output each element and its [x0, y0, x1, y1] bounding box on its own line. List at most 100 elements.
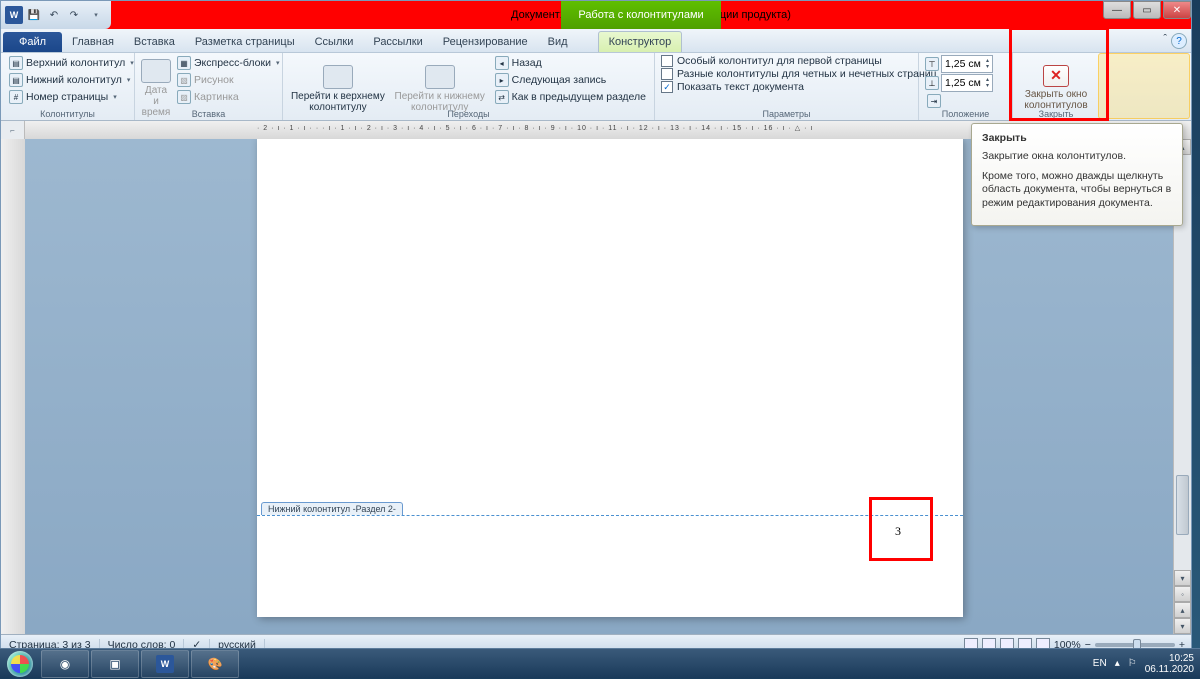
task-paint[interactable]: 🎨: [191, 650, 239, 678]
checkbox-checked-icon: ✓: [661, 81, 673, 93]
calendar-icon: [141, 59, 171, 83]
footer-region[interactable]: Нижний колонтитул -Раздел 2- 3: [257, 515, 963, 516]
zoom-slider[interactable]: [1095, 643, 1175, 647]
task-word[interactable]: W: [141, 650, 189, 678]
tab-icon: ⇥: [927, 94, 941, 108]
tooltip-line2: Кроме того, можно дважды щелкнуть област…: [982, 170, 1172, 211]
word-app-icon: W: [5, 6, 23, 24]
group-label-close: Закрыть: [1013, 109, 1099, 119]
quick-access-toolbar: W 💾 ↶ ↷ ▾: [1, 1, 111, 29]
vertical-ruler[interactable]: [1, 139, 25, 634]
different-odd-even-checkbox[interactable]: Разные колонтитулы для четных и нечетных…: [661, 68, 937, 80]
scroll-thumb[interactable]: [1176, 475, 1189, 535]
close-icon: ✕: [1043, 65, 1069, 87]
save-icon[interactable]: 💾: [25, 6, 43, 24]
scroll-down-icon[interactable]: ▾: [1174, 570, 1191, 586]
checkbox-icon: [661, 55, 673, 67]
hover-highlight: [1098, 53, 1190, 119]
header-dropdown[interactable]: ▤Верхний колонтитул▾: [7, 55, 136, 71]
different-first-page-checkbox[interactable]: Особый колонтитул для первой страницы: [661, 55, 937, 67]
tab-mailings[interactable]: Рассылки: [363, 32, 432, 52]
tab-home[interactable]: Главная: [62, 32, 124, 52]
link-to-previous-button[interactable]: ⇄Как в предыдущем разделе: [493, 89, 648, 105]
contextual-tab-title: Работа с колонтитулами: [561, 1, 721, 29]
quickparts-icon: ▦: [177, 56, 191, 70]
redo-icon[interactable]: ↷: [65, 6, 83, 24]
windows-orb-icon: [7, 651, 33, 677]
next-icon: ▸: [495, 73, 509, 87]
footer-from-bottom-spinner[interactable]: ⊥1,25 см▴▾: [925, 74, 993, 92]
minimize-button[interactable]: —: [1103, 1, 1131, 19]
group-label-insert: Вставка: [135, 109, 282, 119]
group-insert: Дата и время ▦Экспресс-блоки▾ ▧Рисунок ▨…: [135, 53, 283, 120]
task-chrome[interactable]: ◉: [41, 650, 89, 678]
word-task-icon: W: [156, 655, 174, 673]
footer-icon: ▤: [9, 73, 23, 87]
tray-clock[interactable]: 10:25 06.11.2020: [1145, 653, 1194, 675]
tooltip-title: Закрыть: [982, 132, 1172, 144]
tab-references[interactable]: Ссылки: [305, 32, 364, 52]
group-position: ⊤1,25 см▴▾ ⊥1,25 см▴▾ ⇥ Положение: [919, 53, 1013, 120]
tray-chevron-icon[interactable]: ▴: [1115, 658, 1120, 669]
header-icon: ▤: [9, 56, 23, 70]
prev-page-icon[interactable]: ▴: [1174, 602, 1191, 618]
ruler-icon: ⊤: [925, 57, 939, 71]
next-section-button[interactable]: ▸Следующая запись: [493, 72, 648, 88]
page-number-dropdown[interactable]: #Номер страницы▾: [7, 89, 136, 105]
page-number-icon: #: [9, 90, 23, 104]
annotation-red-box-page: [869, 497, 933, 561]
quickparts-dropdown[interactable]: ▦Экспресс-блоки▾: [175, 55, 281, 71]
footer-dropdown[interactable]: ▤Нижний колонтитул▾: [7, 72, 136, 88]
taskbar: ◉ ▣ W 🎨 EN ▴ ⚐ 10:25 06.11.2020: [0, 648, 1200, 678]
qat-dropdown-icon[interactable]: ▾: [87, 6, 105, 24]
minimize-ribbon-icon[interactable]: ˆ: [1163, 33, 1167, 49]
header-from-top-spinner[interactable]: ⊤1,25 см▴▾: [925, 55, 993, 73]
undo-icon[interactable]: ↶: [45, 6, 63, 24]
clipart-icon: ▨: [177, 90, 191, 104]
group-label-hf: Колонтитулы: [1, 109, 134, 119]
show-document-text-checkbox[interactable]: ✓Показать текст документа: [661, 81, 937, 93]
back-icon: ◂: [495, 56, 509, 70]
window-controls: — ▭ ✕: [1101, 1, 1191, 21]
help-icon[interactable]: ?: [1171, 33, 1187, 49]
tab-insert[interactable]: Вставка: [124, 32, 185, 52]
start-button[interactable]: [0, 649, 40, 679]
next-page-icon[interactable]: ▾: [1174, 618, 1191, 634]
group-close: ✕ Закрыть окно колонтитулов Закрыть: [1013, 53, 1099, 120]
group-label-nav: Переходы: [283, 109, 654, 119]
previous-section-button[interactable]: ◂Назад: [493, 55, 648, 71]
ruler-icon: ⊥: [925, 76, 939, 90]
tray-lang[interactable]: EN: [1093, 658, 1107, 669]
picture-button[interactable]: ▧Рисунок: [175, 72, 281, 88]
tooltip-line1: Закрытие окна колонтитулов.: [982, 150, 1172, 164]
group-options: Особый колонтитул для первой страницы Ра…: [655, 53, 919, 120]
tab-page-layout[interactable]: Разметка страницы: [185, 32, 305, 52]
ruler-corner[interactable]: ⌐: [1, 121, 25, 139]
ribbon-tabs: Файл Главная Вставка Разметка страницы С…: [1, 29, 1191, 53]
browse-object-icon[interactable]: ◦: [1174, 586, 1191, 602]
maximize-button[interactable]: ▭: [1133, 1, 1161, 19]
group-label-options: Параметры: [655, 109, 918, 119]
ruler-ticks: · 2 · ı · 1 · ı · · · ı · 1 · ı · 2 · ı …: [257, 124, 813, 132]
close-window-button[interactable]: ✕: [1163, 1, 1191, 19]
link-icon: ⇄: [495, 90, 509, 104]
system-tray: EN ▴ ⚐ 10:25 06.11.2020: [1093, 653, 1200, 675]
tab-design[interactable]: Конструктор: [598, 31, 683, 52]
group-navigation: Перейти к верхнему колонтитулу Перейти к…: [283, 53, 655, 120]
document-page[interactable]: Нижний колонтитул -Раздел 2- 3: [257, 139, 963, 617]
group-label-position: Положение: [919, 109, 1012, 119]
app-window: W 💾 ↶ ↷ ▾ Документ1 - Microsoft Word (Сб…: [0, 0, 1192, 655]
titlebar: W 💾 ↶ ↷ ▾ Документ1 - Microsoft Word (Сб…: [1, 1, 1191, 29]
tray-flag-icon[interactable]: ⚐: [1128, 658, 1137, 669]
goto-footer-icon: [425, 65, 455, 89]
ribbon: ▤Верхний колонтитул▾ ▤Нижний колонтитул▾…: [1, 53, 1191, 121]
clipart-button[interactable]: ▨Картинка: [175, 89, 281, 105]
tab-view[interactable]: Вид: [538, 32, 578, 52]
insert-alignment-tab-button[interactable]: ⇥: [925, 93, 993, 109]
footer-section-tab: Нижний колонтитул -Раздел 2-: [261, 502, 403, 515]
picture-icon: ▧: [177, 73, 191, 87]
tab-review[interactable]: Рецензирование: [433, 32, 538, 52]
file-tab[interactable]: Файл: [3, 32, 62, 52]
task-explorer[interactable]: ▣: [91, 650, 139, 678]
tooltip: Закрыть Закрытие окна колонтитулов. Кром…: [971, 123, 1183, 226]
